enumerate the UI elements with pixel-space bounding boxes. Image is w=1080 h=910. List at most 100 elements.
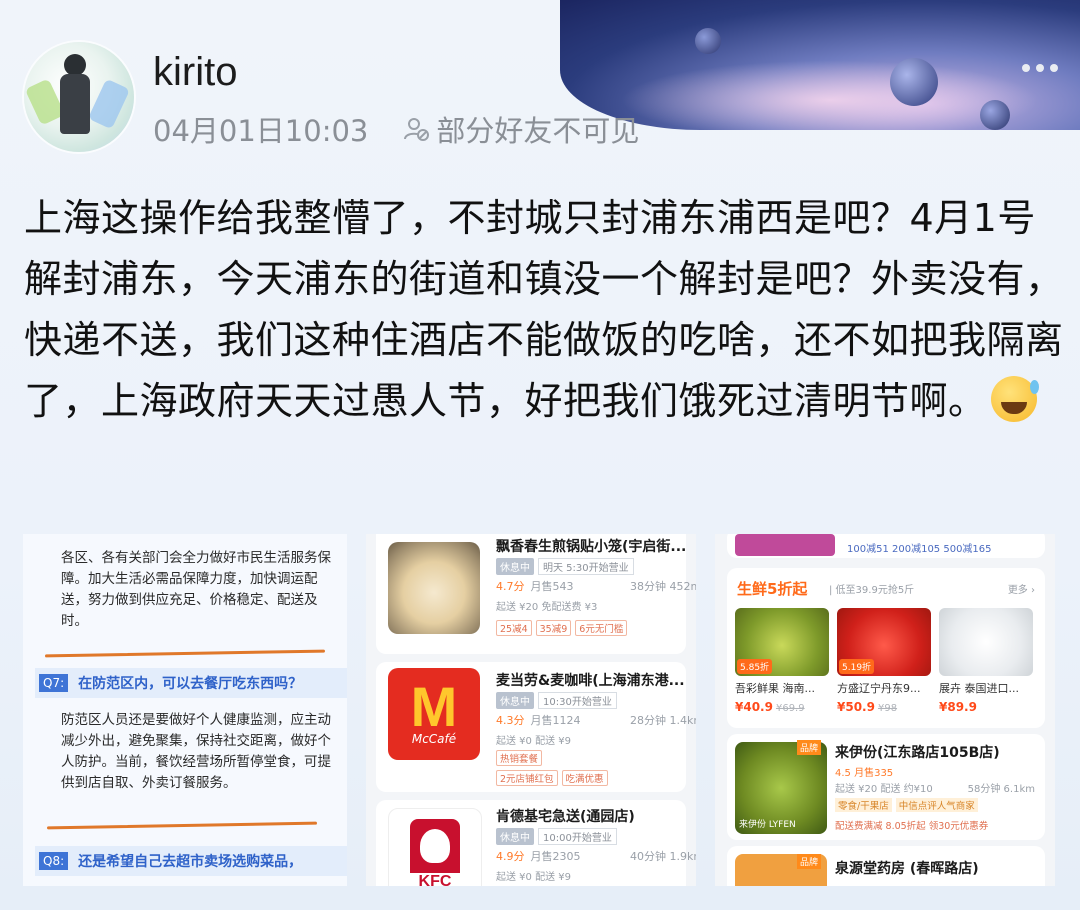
promo-tag: 25减4: [496, 620, 532, 636]
store-name: 来伊份(江东路店105B店): [835, 745, 1000, 761]
rating-value: 4.9分: [496, 850, 525, 863]
delivery-time-distance: 28分钟 1.4km: [630, 714, 696, 727]
original-price: ¥98: [877, 703, 898, 714]
shop-fee: 起送 ¥20 免配送费 ¥3: [496, 602, 598, 613]
post-text: 上海这操作给我整懵了，不封城只封浦东浦西是吧？4月1号解封浦东，今天浦东的街道和…: [24, 196, 1064, 423]
discount-badge: 5.19折: [839, 659, 875, 674]
product-name: 方盛辽宁丹东9...: [837, 682, 921, 695]
open-time: 明天 5:30开始营业: [538, 558, 634, 575]
banner-thumb: [735, 534, 835, 556]
store-thumbnail: 来伊份 LYFEN: [735, 742, 827, 834]
question-tag: Q8:: [39, 852, 69, 870]
product-price: ¥40.9 ¥69.9: [735, 700, 805, 714]
store-distance: 58分钟 6.1km: [967, 784, 1035, 795]
post-body: 上海这操作给我整懵了，不封城只封浦东浦西是吧？4月1号解封浦东，今天浦东的街道和…: [24, 188, 1064, 432]
shop-fee: 起送 ¥0 配送 ¥9: [496, 736, 571, 747]
faq-paragraph: 各区、各有关部门会全力做好市民生活服务保障。加大生活必需品保障力度，加快调运配送…: [61, 550, 331, 629]
question-tag: Q7:: [39, 674, 69, 692]
original-price: ¥69.9: [775, 703, 805, 714]
planet-decor: [980, 100, 1010, 130]
kfc-colonel-icon: [410, 819, 460, 873]
fresh-section: 生鲜5折起 | 低至39.9元抢5斤 更多 › 5.85折 5.19折 吾彩鲜果…: [727, 568, 1045, 728]
shop-card: 飘香春生煎锅贴小笼(宇启街... 休息中 明天 5:30开始营业 4.7分 月售5…: [376, 534, 696, 654]
shop-tags: 热销套餐: [496, 750, 543, 766]
shop-tags: 25减4 35减9 6元无门槛: [496, 620, 628, 636]
brand-badge: 品牌: [797, 854, 822, 869]
shop-name: 肯德基宅急送(通园店): [496, 809, 635, 825]
underline-scribble: [44, 649, 326, 658]
banner-cloud: [620, 60, 1040, 130]
product-price: ¥89.9: [939, 700, 977, 714]
sales-count: 月售1124: [530, 714, 581, 727]
shop-name: 麦当劳&麦咖啡(上海浦东港...: [496, 673, 685, 689]
delivery-time-distance: 38分钟 452m: [630, 580, 696, 593]
more-options-icon[interactable]: [1022, 64, 1058, 72]
store-card: 品牌 泉源堂药房 (春晖路店): [727, 846, 1045, 886]
shop-tags: 2元店铺红包 吃满优惠: [496, 770, 608, 786]
store-logo-label: 来伊份 LYFEN: [739, 820, 796, 830]
shop-status: 休息中 10:30开始营业: [496, 692, 617, 709]
promo-tag: 35减9: [535, 620, 572, 636]
fresh-more-link[interactable]: 更多 ›: [1008, 581, 1035, 596]
rating-value: 4.3分: [496, 714, 525, 727]
shop-card: KFC 肯德基宅急送(通园店) 休息中 10:00开始营业 4.9分 月售2305…: [376, 800, 696, 886]
visibility-indicator: 部分好友不可见: [402, 108, 639, 150]
sweat-smile-emoji-icon: [990, 376, 1039, 422]
product-image: [939, 608, 1033, 676]
promo-tag: 吃满优惠: [561, 770, 608, 786]
status-badge: 休息中: [496, 692, 534, 709]
username[interactable]: kirito: [153, 50, 237, 95]
discount-strip: 100减51 200减105 500减165: [727, 534, 1045, 558]
avatar[interactable]: [24, 42, 134, 152]
post-image-2[interactable]: 飘香春生煎锅贴小笼(宇启街... 休息中 明天 5:30开始营业 4.7分 月售5…: [366, 534, 696, 886]
faq-paragraph: 防范区人员还是要做好个人健康监测，应主动减少外出，避免聚集，保持社交距离，做好个…: [61, 712, 331, 791]
shop-thumbnail: [388, 542, 480, 634]
store-promo: 配送费满减 8.05折起 领30元优惠券: [835, 821, 989, 832]
sales-count: 月售543: [530, 580, 574, 593]
open-time: 10:30开始营业: [538, 692, 617, 709]
visibility-label: 部分好友不可见: [436, 114, 640, 148]
post-meta: 04月01日10:03 部分好友不可见: [153, 108, 639, 150]
question-text: 还是希望自己去超市卖场选购菜品，: [78, 854, 303, 870]
shop-status: 休息中 明天 5:30开始营业: [496, 558, 634, 575]
product-image: 5.19折: [837, 608, 931, 676]
store-tag: 零食/干果店: [835, 798, 892, 812]
sales-count: 月售2305: [530, 850, 581, 863]
open-time: 10:00开始营业: [538, 828, 617, 845]
store-fee: 起送 ¥20 配送 约¥10: [835, 784, 933, 795]
product-name: 吾彩鲜果 海南...: [735, 682, 815, 695]
shop-rating: 4.9分月售2305 40分钟 1.9km: [496, 848, 696, 864]
post-image-1[interactable]: 各区、各有关部门会全力做好市民生活服务保障。加大生活必需品保障力度，加快调运配送…: [23, 534, 347, 886]
promo-tag: 6元无门槛: [575, 620, 628, 636]
mcd-cafe-label: McCafé: [411, 732, 457, 746]
fresh-title: 生鲜5折起: [737, 580, 808, 598]
discount-badge: 5.85折: [737, 659, 773, 674]
kfc-label: KFC: [418, 873, 452, 886]
rating-value: 4.7分: [496, 580, 525, 593]
price: ¥50.9: [837, 700, 875, 714]
avatar-head: [64, 54, 86, 76]
friends-restricted-icon: [404, 118, 430, 141]
store-name: 泉源堂药房 (春晖路店): [835, 861, 979, 877]
underline-scribble: [46, 821, 318, 830]
shop-card: M McCafé 麦当劳&麦咖啡(上海浦东港... 休息中 10:30开始营业 …: [376, 662, 696, 792]
shop-status: 休息中 10:00开始营业: [496, 828, 617, 845]
planet-decor: [695, 28, 721, 54]
planet-decor: [890, 58, 938, 106]
promo-tag: 2元店铺红包: [496, 770, 558, 786]
status-badge: 休息中: [496, 558, 534, 575]
post-date: 04月01日10:03: [153, 114, 369, 148]
product-image: 5.85折: [735, 608, 829, 676]
delivery-time-distance: 40分钟 1.9km: [630, 850, 696, 863]
mcdonalds-logo: M McCafé: [388, 668, 480, 760]
price: ¥40.9: [735, 700, 773, 714]
post-image-3[interactable]: 100减51 200减105 500减165 生鲜5折起 | 低至39.9元抢5…: [715, 534, 1055, 886]
brand-badge: 品牌: [797, 740, 822, 755]
product-name: 展卉 泰国进口...: [939, 682, 1019, 695]
faq-question-q8: Q8: 还是希望自己去超市卖场选购菜品，: [35, 846, 347, 876]
shop-rating: 4.7分 月售543 38分钟 452m: [496, 578, 696, 594]
store-card: 来伊份 LYFEN 品牌 来伊份(江东路店105B店) 4.5 月售335 起送…: [727, 734, 1045, 840]
shop-rating: 4.3分月售1124 28分钟 1.4km: [496, 712, 696, 728]
discount-tags: 100减51 200减105 500减165: [847, 544, 992, 555]
product-price: ¥50.9 ¥98: [837, 700, 897, 714]
